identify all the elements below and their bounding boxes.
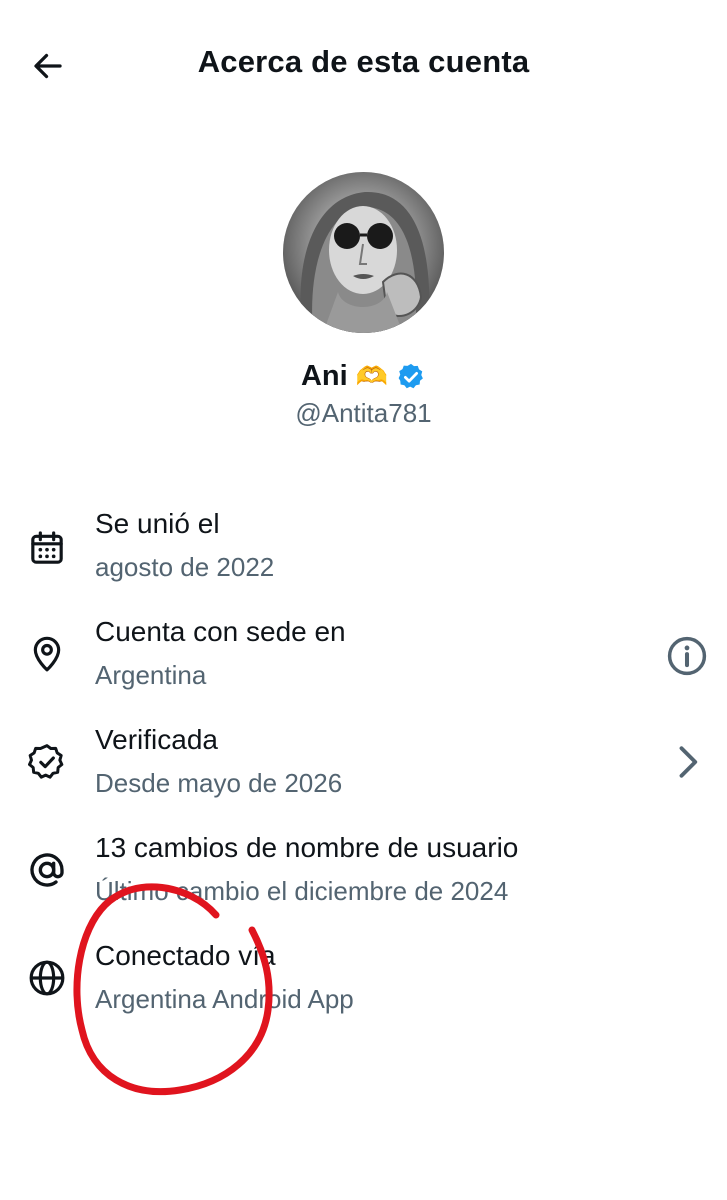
display-name: Ani — [300, 360, 348, 392]
verified-row[interactable]: Verificada Desde mayo de 2026 — [0, 724, 727, 824]
calendar-icon — [31, 531, 63, 564]
joined-date-row: Se unió el agosto de 2022 — [0, 508, 727, 608]
connected-via-row: Conectado vía Argentina Android App — [0, 940, 727, 1040]
username-changes-label: 13 cambios de nombre de usuario — [95, 832, 519, 863]
location-value: Argentina — [95, 660, 207, 690]
globe-icon — [29, 960, 65, 996]
joined-value: agosto de 2022 — [95, 552, 275, 582]
chevron-right-icon[interactable] — [665, 740, 709, 784]
avatar — [283, 172, 444, 333]
joined-label: Se unió el — [95, 508, 220, 539]
profile-name-row: Ani 🫶 — [0, 360, 727, 393]
heart-hands-emoji: 🫶 — [355, 361, 389, 391]
verified-badge-icon — [398, 363, 423, 388]
at-sign-icon — [30, 853, 64, 887]
location-label: Cuenta con sede en — [95, 616, 346, 647]
user-handle: @Antita781 — [295, 398, 432, 428]
verified-label: Verificada — [95, 724, 218, 755]
top-bar: Acerca de esta cuenta — [0, 0, 727, 130]
username-changes-row: 13 cambios de nombre de usuario Último c… — [0, 832, 727, 932]
connected-via-value: Argentina Android App — [95, 984, 354, 1014]
info-icon[interactable] — [665, 634, 709, 678]
location-pin-icon — [33, 636, 61, 672]
profile-photo — [283, 172, 444, 333]
verified-badge-icon — [28, 744, 64, 779]
connected-via-label: Conectado vía — [95, 940, 276, 971]
verified-since: Desde mayo de 2026 — [95, 768, 343, 798]
page-title: Acerca de esta cuenta — [197, 44, 530, 79]
username-last-change: Último cambio el diciembre de 2024 — [95, 876, 509, 906]
account-location-row: Cuenta con sede en Argentina — [0, 616, 727, 716]
